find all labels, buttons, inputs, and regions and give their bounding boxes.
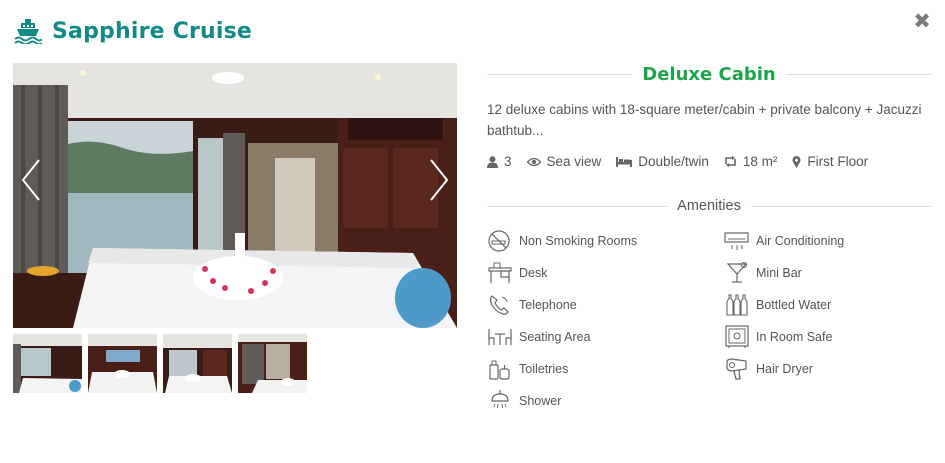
main-cabin-photo xyxy=(13,63,457,328)
area-value: 18 m² xyxy=(742,154,778,169)
bed-icon xyxy=(616,157,633,167)
amenity-label: Toiletries xyxy=(519,361,569,376)
cabin-photo-image xyxy=(13,63,457,328)
amenity-non-smoking: Non Smoking Rooms xyxy=(487,228,724,253)
amenity-mini-bar: Mini Bar xyxy=(724,260,931,285)
amenities-title: Amenities xyxy=(677,198,741,214)
view-spec: Sea view xyxy=(526,154,602,169)
shower-icon xyxy=(491,389,509,408)
guests-value: 3 xyxy=(504,154,512,169)
amenities-list: Non Smoking Rooms Air Conditioning Desk xyxy=(487,228,931,413)
divider xyxy=(785,73,932,75)
divider xyxy=(750,205,932,207)
amenity-label: Mini Bar xyxy=(756,265,802,280)
divider xyxy=(487,205,668,207)
amenity-seating-area: Seating Area xyxy=(487,324,724,349)
safe-icon xyxy=(725,324,749,348)
view-value: Sea view xyxy=(546,154,602,169)
amenity-label: Seating Area xyxy=(519,329,591,344)
amenity-label: Hair Dryer xyxy=(756,361,813,376)
thumbnail-2[interactable] xyxy=(88,334,157,393)
cabin-description: 12 deluxe cabins with 18-square meter/ca… xyxy=(487,102,922,138)
no-smoking-icon xyxy=(488,229,510,252)
amenity-telephone: Telephone xyxy=(487,292,724,317)
amenity-toiletries: Toiletries xyxy=(487,356,724,381)
thumbnail-3[interactable] xyxy=(163,334,232,393)
amenity-label: Telephone xyxy=(519,297,577,312)
thumbnail-4[interactable] xyxy=(238,334,307,393)
map-marker-icon xyxy=(792,155,801,168)
floor-spec: First Floor xyxy=(792,154,868,169)
guests-spec: 3 xyxy=(487,154,512,169)
hair-dryer-icon xyxy=(726,357,747,380)
floor-value: First Floor xyxy=(807,154,869,169)
cabin-details: Deluxe Cabin 12 deluxe cabins with 18-sq… xyxy=(487,60,932,413)
bed-value: Double/twin xyxy=(638,154,709,169)
next-photo-arrow[interactable] xyxy=(423,158,453,202)
desk-icon xyxy=(488,262,512,283)
cabin-heading: Deluxe Cabin xyxy=(487,60,932,88)
amenity-shower: Shower xyxy=(487,388,724,413)
thumbnail-1[interactable] xyxy=(13,334,82,393)
amenity-bottled-water: Bottled Water xyxy=(724,292,931,317)
amenity-label: In Room Safe xyxy=(756,329,833,344)
amenity-label: Shower xyxy=(519,393,562,408)
modal-header: Sapphire Cruise xyxy=(14,16,252,46)
eye-icon xyxy=(526,157,541,166)
amenity-hair-dryer: Hair Dryer xyxy=(724,356,931,381)
thumbnail-strip xyxy=(13,334,307,393)
cabin-specs: 3 Sea view Double/twin 18 m² First Floor xyxy=(487,154,931,169)
close-button[interactable]: ✖ xyxy=(913,11,931,32)
previous-photo-arrow[interactable] xyxy=(17,158,47,202)
air-conditioner-icon xyxy=(724,231,749,250)
amenity-label: Non Smoking Rooms xyxy=(519,233,638,248)
amenities-heading: Amenities xyxy=(487,197,932,215)
amenity-air-conditioning: Air Conditioning xyxy=(724,228,931,253)
telephone-icon xyxy=(489,294,509,315)
ship-icon xyxy=(14,19,42,44)
amenity-label: Air Conditioning xyxy=(756,233,845,248)
divider xyxy=(487,73,633,75)
area-spec: 18 m² xyxy=(724,154,778,169)
cabin-name: Deluxe Cabin xyxy=(642,63,776,85)
page-title: Sapphire Cruise xyxy=(52,18,253,44)
cocktail-icon xyxy=(726,261,748,283)
bed-spec: Double/twin xyxy=(616,154,709,169)
area-icon xyxy=(725,156,736,167)
amenity-label: Bottled Water xyxy=(756,297,832,312)
toiletries-icon xyxy=(489,360,510,380)
amenity-in-room-safe: In Room Safe xyxy=(724,324,931,349)
user-icon xyxy=(487,155,498,168)
seating-icon xyxy=(488,328,512,345)
bottles-icon xyxy=(726,293,748,316)
amenity-desk: Desk xyxy=(487,260,724,285)
amenity-label: Desk xyxy=(519,265,548,280)
